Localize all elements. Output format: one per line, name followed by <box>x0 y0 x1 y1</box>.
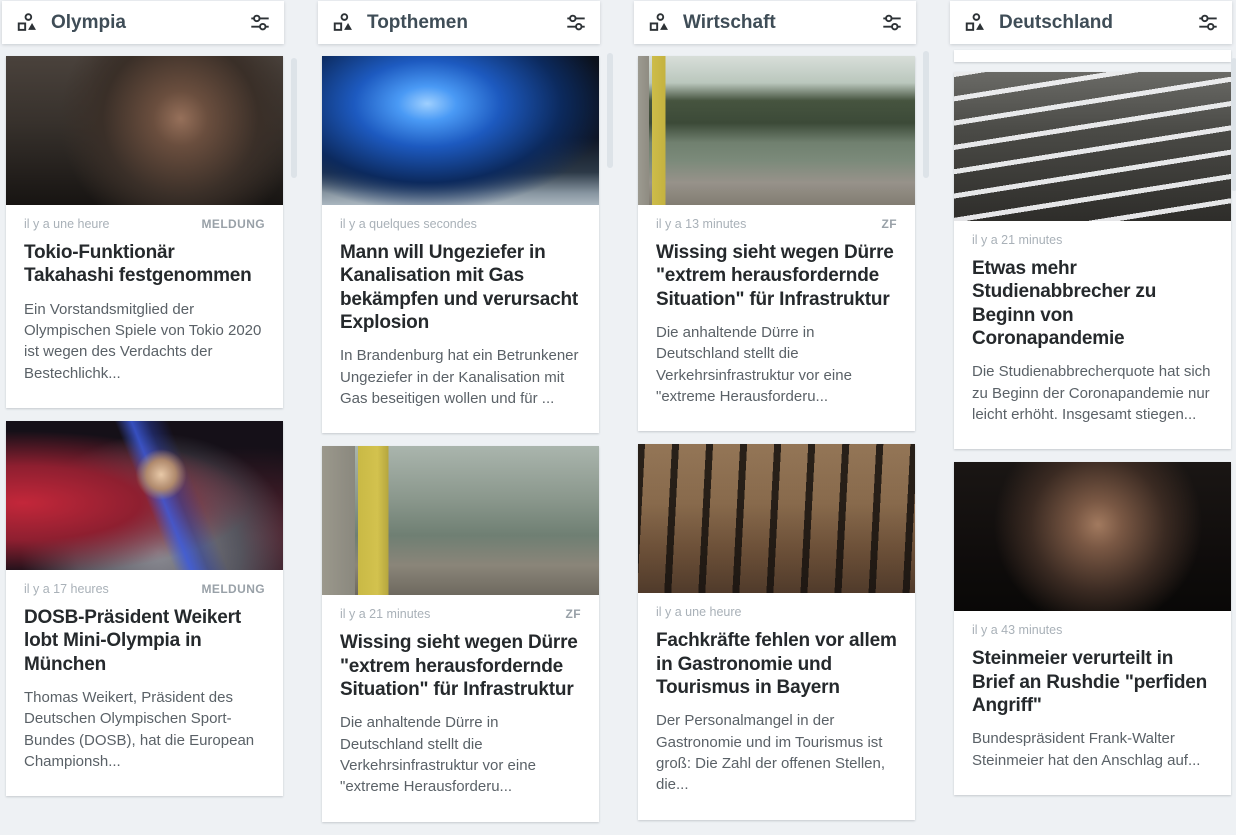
article-excerpt: Ein Vorstandsmitglied der Olympischen Sp… <box>24 299 265 384</box>
article-headline: Tokio-Funktionär Takahashi festgenommen <box>24 241 265 288</box>
column-scrollbar[interactable] <box>291 58 297 178</box>
column-title: Topthemen <box>367 12 565 34</box>
shapes-icon <box>16 12 38 34</box>
article-headline: Etwas mehr Studienabbrecher zu Beginn vo… <box>972 257 1213 350</box>
news-card[interactable]: il y a 21 minutes ZF Wissing sieht wegen… <box>322 446 599 821</box>
card-body: il y a 13 minutes ZF Wissing sieht wegen… <box>638 205 915 431</box>
article-excerpt: Die Studienabbrecherquote hat sich zu Be… <box>972 361 1213 425</box>
category-badge: MELDUNG <box>202 582 265 596</box>
news-card[interactable]: il y a 21 minutes Etwas mehr Studienabbr… <box>954 72 1231 449</box>
article-headline: DOSB-Präsident Weikert lobt Mini-Olympia… <box>24 606 265 676</box>
partially-scrolled-card[interactable] <box>954 50 1231 62</box>
news-card[interactable]: il y a quelques secondes Mann will Ungez… <box>322 56 599 433</box>
column-title: Deutschland <box>999 12 1197 34</box>
column-header: Olympia <box>2 1 284 44</box>
timestamp: il y a 21 minutes <box>972 233 1062 247</box>
timestamp: il y a une heure <box>24 217 109 231</box>
card-body: il y a quelques secondes Mann will Ungez… <box>322 205 599 433</box>
card-body: il y a une heure MELDUNG Tokio-Funktionä… <box>6 205 283 408</box>
article-headline: Wissing sieht wegen Dürre "extrem heraus… <box>340 631 581 701</box>
column-scrollbar[interactable] <box>923 51 929 178</box>
article-excerpt: Bundespräsident Frank-Walter Steinmeier … <box>972 728 1213 771</box>
article-excerpt: Thomas Weikert, Präsident des Deutschen … <box>24 687 265 772</box>
news-card[interactable]: il y a 43 minutes Steinmeier verurteilt … <box>954 462 1231 795</box>
article-headline: Mann will Ungeziefer in Kanalisation mit… <box>340 241 581 334</box>
news-card[interactable]: il y a une heure MELDUNG Tokio-Funktionä… <box>6 56 283 408</box>
article-headline: Wissing sieht wegen Dürre "extrem heraus… <box>656 241 897 311</box>
timestamp: il y a 13 minutes <box>656 217 746 231</box>
card-body: il y a 43 minutes Steinmeier verurteilt … <box>954 611 1231 795</box>
news-card[interactable]: il y a 17 heures MELDUNG DOSB-Präsident … <box>6 421 283 796</box>
shapes-icon <box>648 12 670 34</box>
article-image <box>6 56 283 205</box>
filter-sliders-icon[interactable] <box>881 12 903 34</box>
column-title: Wirtschaft <box>683 12 881 34</box>
article-image <box>954 72 1231 221</box>
column-header: Wirtschaft <box>634 1 916 44</box>
column-scrollbar[interactable] <box>607 53 613 168</box>
timestamp: il y a 21 minutes <box>340 607 430 621</box>
column-header: Topthemen <box>318 1 600 44</box>
category-badge: ZF <box>566 607 581 621</box>
news-card[interactable]: il y a 13 minutes ZF Wissing sieht wegen… <box>638 56 915 431</box>
card-body: il y a 21 minutes ZF Wissing sieht wegen… <box>322 595 599 821</box>
article-excerpt: Die anhaltende Dürre in Deutschland stel… <box>340 712 581 797</box>
filter-sliders-icon[interactable] <box>565 12 587 34</box>
article-image <box>954 462 1231 611</box>
article-image <box>322 56 599 205</box>
card-body: il y a 21 minutes Etwas mehr Studienabbr… <box>954 221 1231 449</box>
column-olympia: Olympia il y a une heure MELDUNG Tokio-F… <box>2 1 284 835</box>
column-topthemen: Topthemen il y a quelques secondes Mann … <box>318 1 600 835</box>
article-image <box>638 56 915 205</box>
column-header: Deutschland <box>950 1 1232 44</box>
column-title: Olympia <box>51 12 249 34</box>
column-deutschland: Deutschland il y a 21 minutes Etwas mehr… <box>950 1 1232 835</box>
filter-sliders-icon[interactable] <box>249 12 271 34</box>
article-excerpt: In Brandenburg hat ein Betrunkener Ungez… <box>340 345 581 409</box>
article-headline: Fachkräfte fehlen vor allem in Gastronom… <box>656 629 897 699</box>
column-wirtschaft: Wirtschaft il y a 13 minutes ZF Wissing … <box>634 1 916 835</box>
category-badge: ZF <box>882 217 897 231</box>
timestamp: il y a 43 minutes <box>972 623 1062 637</box>
article-image <box>322 446 599 595</box>
card-body: il y a une heure Fachkräfte fehlen vor a… <box>638 593 915 819</box>
card-body: il y a 17 heures MELDUNG DOSB-Präsident … <box>6 570 283 796</box>
article-headline: Steinmeier verurteilt in Brief an Rushdi… <box>972 647 1213 717</box>
news-board: Olympia il y a une heure MELDUNG Tokio-F… <box>0 0 1236 835</box>
shapes-icon <box>332 12 354 34</box>
article-image <box>6 421 283 570</box>
timestamp: il y a une heure <box>656 605 741 619</box>
timestamp: il y a 17 heures <box>24 582 109 596</box>
shapes-icon <box>964 12 986 34</box>
news-card[interactable]: il y a une heure Fachkräfte fehlen vor a… <box>638 444 915 819</box>
timestamp: il y a quelques secondes <box>340 217 477 231</box>
filter-sliders-icon[interactable] <box>1197 12 1219 34</box>
article-image <box>638 444 915 593</box>
category-badge: MELDUNG <box>202 217 265 231</box>
article-excerpt: Die anhaltende Dürre in Deutschland stel… <box>656 322 897 407</box>
column-scrollbar[interactable] <box>1231 58 1236 191</box>
article-excerpt: Der Personalmangel in der Gastronomie un… <box>656 710 897 795</box>
